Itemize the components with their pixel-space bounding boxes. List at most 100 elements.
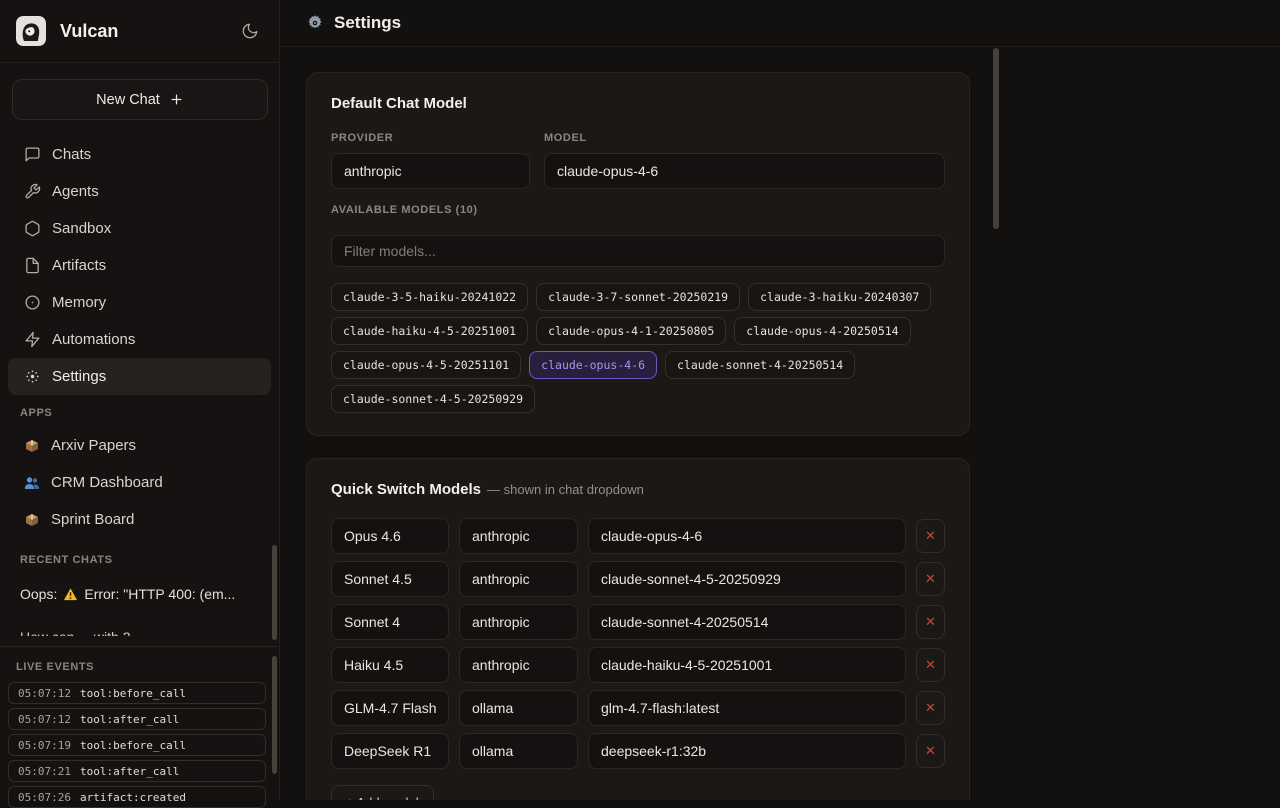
provider-input[interactable] xyxy=(459,561,578,597)
display-name-input[interactable] xyxy=(331,561,449,597)
app-item-crm-dashboard[interactable]: CRM Dashboard xyxy=(8,464,271,501)
provider-label: PROVIDER xyxy=(331,132,530,144)
app-item-label: Sprint Board xyxy=(51,511,134,528)
display-name-input[interactable] xyxy=(331,647,449,683)
new-chat-button[interactable]: New Chat xyxy=(12,79,268,120)
memory-icon xyxy=(24,294,41,311)
dark-mode-toggle[interactable] xyxy=(237,18,263,44)
model-chip-list: claude-3-5-haiku-20241022 claude-3-7-son… xyxy=(331,283,945,413)
sidebar-scrollbar-thumb[interactable] xyxy=(272,545,277,640)
model-chip[interactable]: claude-sonnet-4-20250514 xyxy=(665,351,855,379)
provider-input[interactable] xyxy=(459,733,578,769)
model-chip[interactable]: claude-opus-4-20250514 xyxy=(734,317,910,345)
sidebar-item-automations[interactable]: Automations xyxy=(8,321,271,358)
close-icon: ✕ xyxy=(925,743,936,759)
wrench-icon xyxy=(24,183,41,200)
recent-chat-text-after: Error: "HTTP 400: (em... xyxy=(84,586,235,602)
model-id-input[interactable] xyxy=(588,733,906,769)
model-chip[interactable]: claude-3-7-sonnet-20250219 xyxy=(536,283,740,311)
display-name-input[interactable] xyxy=(331,604,449,640)
delete-row-button[interactable]: ✕ xyxy=(916,734,945,768)
sidebar-header: Vulcan xyxy=(0,0,279,63)
card-title: Default Chat Model xyxy=(331,95,945,112)
card-title-row: Quick Switch Models— shown in chat dropd… xyxy=(331,481,945,499)
quick-switch-row: ✕ xyxy=(331,733,945,769)
available-models-label: AVAILABLE MODELS (10) xyxy=(331,204,945,216)
plus-icon xyxy=(169,92,184,107)
delete-row-button[interactable]: ✕ xyxy=(916,605,945,639)
model-id-input[interactable] xyxy=(588,647,906,683)
display-name-input[interactable] xyxy=(331,733,449,769)
recent-chat-item-clipped[interactable]: How can ... with 2... xyxy=(0,629,279,636)
chat-bubble-icon xyxy=(24,146,41,163)
app-item-arxiv-papers[interactable]: Arxiv Papers xyxy=(8,427,271,464)
new-chat-label: New Chat xyxy=(96,92,160,108)
display-name-input[interactable] xyxy=(331,518,449,554)
sidebar-item-label: Sandbox xyxy=(52,220,111,237)
sidebar-item-chats[interactable]: Chats xyxy=(8,136,271,173)
provider-input[interactable] xyxy=(459,518,578,554)
sidebar: Vulcan New Chat Chats Agents xyxy=(0,0,280,800)
sidebar-item-artifacts[interactable]: Artifacts xyxy=(8,247,271,284)
provider-input[interactable] xyxy=(459,647,578,683)
event-time: 05:07:12 xyxy=(18,713,71,726)
model-label: MODEL xyxy=(544,132,945,144)
recent-chats-header: RECENT CHATS xyxy=(0,554,279,566)
sidebar-item-label: Automations xyxy=(52,331,135,348)
apps-list: Arxiv Papers CRM Dashboard Sprint Board xyxy=(0,427,279,538)
close-icon: ✕ xyxy=(925,528,936,544)
event-time: 05:07:19 xyxy=(18,739,71,752)
main-scrollbar-thumb[interactable] xyxy=(993,48,999,229)
sidebar-nav: Chats Agents Sandbox Artifacts Memory xyxy=(0,136,279,395)
gear-icon xyxy=(306,14,324,32)
provider-field-group: PROVIDER xyxy=(331,132,530,189)
provider-input[interactable] xyxy=(331,153,530,189)
quick-switch-models-card: Quick Switch Models— shown in chat dropd… xyxy=(306,458,970,800)
quick-switch-row: ✕ xyxy=(331,518,945,554)
display-name-input[interactable] xyxy=(331,690,449,726)
recent-chat-text-before: Oops: xyxy=(20,586,57,602)
delete-row-button[interactable]: ✕ xyxy=(916,519,945,553)
event-name: artifact:created xyxy=(80,791,186,804)
model-chip[interactable]: claude-3-haiku-20240307 xyxy=(748,283,931,311)
model-chip[interactable]: claude-opus-4-1-20250805 xyxy=(536,317,726,345)
sidebar-item-label: Agents xyxy=(52,183,99,200)
live-event-row: 05:07:19 tool:before_call xyxy=(8,734,266,756)
provider-input[interactable] xyxy=(459,690,578,726)
model-id-input[interactable] xyxy=(588,604,906,640)
add-model-button[interactable]: + Add model xyxy=(331,785,434,800)
sidebar-item-label: Settings xyxy=(52,368,106,385)
filter-models-input[interactable] xyxy=(331,235,945,267)
sidebar-item-agents[interactable]: Agents xyxy=(8,173,271,210)
quick-switch-row: ✕ xyxy=(331,561,945,597)
model-input[interactable] xyxy=(544,153,945,189)
recent-chat-item[interactable]: Oops: Error: "HTTP 400: (em... xyxy=(0,586,279,602)
model-chip[interactable]: claude-haiku-4-5-20251001 xyxy=(331,317,528,345)
model-id-input[interactable] xyxy=(588,561,906,597)
delete-row-button[interactable]: ✕ xyxy=(916,691,945,725)
close-icon: ✕ xyxy=(925,700,936,716)
sidebar-item-memory[interactable]: Memory xyxy=(8,284,271,321)
model-chip[interactable]: claude-3-5-haiku-20241022 xyxy=(331,283,528,311)
model-id-input[interactable] xyxy=(588,518,906,554)
card-title: Quick Switch Models xyxy=(331,481,481,498)
live-events-scrollbar-thumb[interactable] xyxy=(272,656,277,774)
model-chip-selected[interactable]: claude-opus-4-6 xyxy=(529,351,657,379)
model-chip[interactable]: claude-sonnet-4-5-20250929 xyxy=(331,385,535,413)
event-name: tool:before_call xyxy=(80,687,186,700)
model-chip[interactable]: claude-opus-4-5-20251101 xyxy=(331,351,521,379)
quick-switch-row: ✕ xyxy=(331,647,945,683)
sidebar-item-settings[interactable]: Settings xyxy=(8,358,271,395)
hexagon-icon xyxy=(24,220,41,237)
delete-row-button[interactable]: ✕ xyxy=(916,648,945,682)
model-id-input[interactable] xyxy=(588,690,906,726)
sidebar-item-label: Memory xyxy=(52,294,106,311)
settings-scroll-area: Default Chat Model PROVIDER MODEL AVAILA… xyxy=(280,48,1280,800)
sidebar-item-sandbox[interactable]: Sandbox xyxy=(8,210,271,247)
live-events-panel: LIVE EVENTS 05:07:12 tool:before_call 05… xyxy=(0,646,278,800)
live-event-row: 05:07:12 tool:after_call xyxy=(8,708,266,730)
settings-dots-icon xyxy=(24,368,41,385)
delete-row-button[interactable]: ✕ xyxy=(916,562,945,596)
app-item-sprint-board[interactable]: Sprint Board xyxy=(8,501,271,538)
provider-input[interactable] xyxy=(459,604,578,640)
